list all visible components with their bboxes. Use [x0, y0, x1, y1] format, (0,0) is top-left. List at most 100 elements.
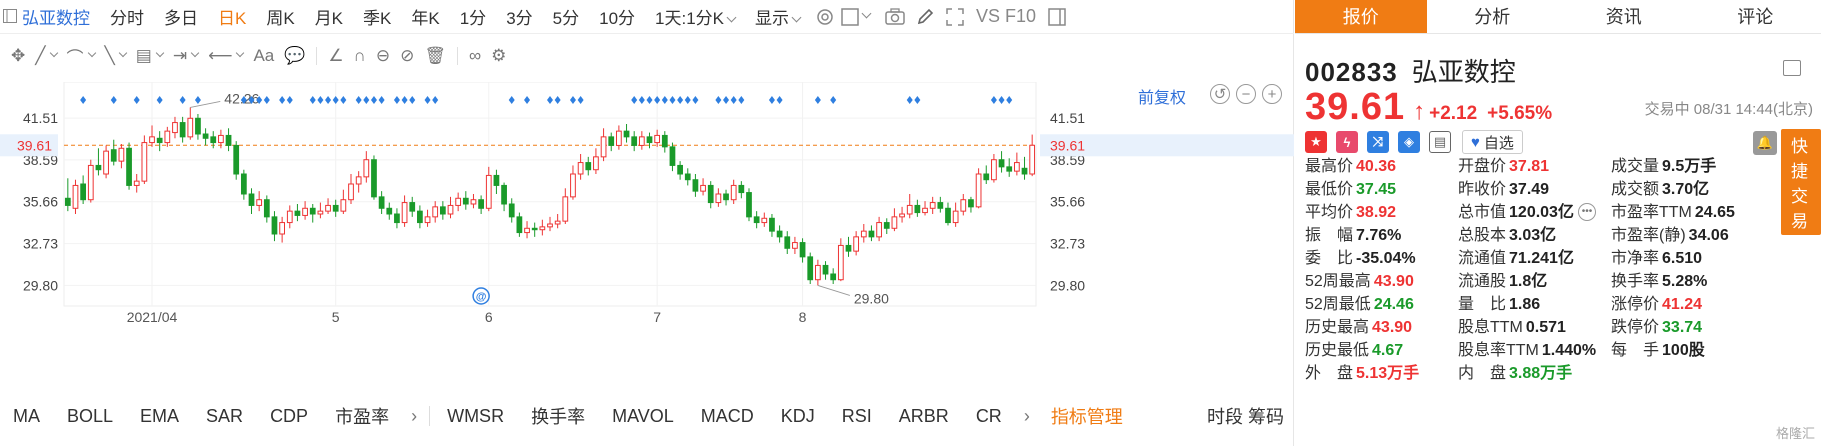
pencil-icon[interactable] [910, 2, 940, 32]
candle-body [424, 216, 431, 224]
indicator-kdj[interactable]: KDJ [768, 406, 829, 427]
side-panel-toggle-icon[interactable] [1042, 2, 1072, 32]
tab-news[interactable]: 资讯 [1558, 0, 1690, 33]
text-tool-icon[interactable]: Aa [248, 41, 279, 71]
more-icon[interactable]: ••• [1577, 203, 1596, 222]
quote-label: 52周最低 [1305, 295, 1371, 313]
comment-tool-icon[interactable]: 💬 [279, 41, 310, 71]
measure-tool-icon[interactable]: ⇥ [168, 41, 203, 71]
china-flag-icon[interactable]: ★ [1305, 131, 1327, 153]
eye-off-icon[interactable]: ⊘ [395, 41, 419, 71]
candle-body [386, 207, 393, 215]
indicator-rsi[interactable]: RSI [829, 406, 886, 427]
margin-trading-icon[interactable]: ϟ [1336, 131, 1358, 153]
tab-quote[interactable]: 报价 [1295, 0, 1427, 33]
quote-row: 外 盘 5.13万手内 盘 3.88万手 [1305, 359, 1821, 382]
tag-icon[interactable]: ◈ [1398, 131, 1420, 153]
candle-body [707, 184, 714, 204]
quote-label: 最低价 [1305, 180, 1354, 198]
link-icon[interactable]: ∞ [464, 41, 486, 71]
indicator-wmsr[interactable]: WMSR [434, 406, 518, 427]
quote-cell: 市盈率TTM 24.65 [1611, 198, 1811, 222]
quote-value: 40.36 [1356, 157, 1397, 175]
tab-comments[interactable]: 评论 [1690, 0, 1821, 33]
checkbox-icon[interactable] [840, 2, 872, 32]
angle-tool-icon[interactable]: ∠ [323, 41, 348, 71]
fib-tool-icon[interactable]: ▤ [131, 41, 168, 71]
period-tab[interactable]: 3分 [496, 4, 542, 29]
draw-settings-icon[interactable]: ⚙ [486, 41, 511, 71]
indicator-市盈率[interactable]: 市盈率 [322, 403, 403, 429]
candle-body [248, 193, 255, 206]
stock-code: 002833 [1305, 57, 1398, 87]
candle-body [570, 173, 576, 198]
period-tab[interactable]: 多日 [154, 4, 208, 29]
indicator-macd[interactable]: MACD [688, 406, 768, 427]
custom-period-dropdown[interactable]: 1天:1分K [645, 4, 745, 29]
arrow-tool-icon[interactable]: ⟵ [203, 41, 248, 71]
channel-tool-icon[interactable]: ⌒ [62, 41, 100, 71]
indicator-boll[interactable]: BOLL [54, 406, 127, 427]
candle-body [233, 144, 240, 175]
camera-icon[interactable] [880, 2, 910, 32]
quote-value: 100股 [1662, 341, 1705, 359]
hide-drawings-icon[interactable]: ⊖ [371, 41, 395, 71]
candle-body [684, 173, 691, 181]
indicator-cdp[interactable]: CDP [257, 406, 322, 427]
panel-menu-icon[interactable] [1783, 60, 1801, 76]
tool-glyph: ⊘ [400, 46, 415, 65]
quote-value: 1.86 [1509, 295, 1541, 313]
vs-f10-button[interactable]: VS F10 [970, 6, 1042, 27]
period-tab[interactable]: 5分 [543, 4, 589, 29]
period-tab[interactable]: 10分 [589, 4, 645, 29]
candle-body [317, 210, 324, 215]
candle-body [485, 174, 492, 209]
chevron-right-icon[interactable]: › [403, 406, 425, 427]
chevron-right-icon[interactable]: › [1016, 406, 1038, 427]
notes-icon[interactable]: ▤ [1429, 131, 1451, 153]
candle-body [845, 244, 852, 252]
trash-icon[interactable]: 🗑 [419, 41, 451, 71]
quote-label: 量 比 [1458, 295, 1507, 313]
period-chip-toggle[interactable]: 时段 筹码 [1207, 403, 1284, 429]
indicator-manage-button[interactable]: 指标管理 [1038, 403, 1137, 429]
shuffle-icon[interactable]: ⤨ [1367, 131, 1389, 153]
candle-body [141, 142, 148, 182]
indicator-ma[interactable]: MA [0, 406, 54, 427]
indicator-sar[interactable]: SAR [193, 406, 257, 427]
candle-body [792, 242, 798, 249]
display-dropdown[interactable]: 显示 [745, 4, 810, 29]
period-tab[interactable]: 分时 [100, 4, 154, 29]
wave-tool-icon[interactable]: ╲ [100, 41, 131, 71]
fullscreen-icon[interactable] [940, 2, 970, 32]
indicator-换手率[interactable]: 换手率 [518, 403, 599, 429]
period-tab[interactable]: 周K [256, 4, 304, 29]
period-tab[interactable]: 年K [401, 4, 449, 29]
candle-body [776, 230, 783, 238]
period-tab[interactable]: 月K [305, 4, 353, 29]
indicator-arbr[interactable]: ARBR [886, 406, 963, 427]
candle-body [593, 156, 599, 171]
magnet-icon[interactable]: ∩ [349, 41, 371, 71]
quote-label: 跌停价 [1611, 318, 1660, 336]
add-watchlist-button[interactable]: ♥ 自选 [1462, 130, 1523, 154]
tab-analysis[interactable]: 分析 [1427, 0, 1559, 33]
menu-icon[interactable] [3, 9, 17, 23]
candle-body [417, 210, 423, 224]
candle-body [256, 199, 263, 206]
quote-label: 最高价 [1305, 157, 1354, 175]
indicator-cr[interactable]: CR [963, 406, 1016, 427]
candle-body [715, 193, 722, 204]
period-tab[interactable]: 季K [353, 4, 401, 29]
kline-chart[interactable]: 2021/04 5 6 7 8 29.80 29.80 32.73 32.73 35.66 35.6… [0, 81, 1294, 382]
period-tab[interactable]: 1分 [450, 4, 496, 29]
indicator-ema[interactable]: EMA [127, 406, 193, 427]
crosshair-icon[interactable]: ✥ [6, 41, 30, 71]
settings-icon[interactable] [810, 2, 840, 32]
quote-value: 5.28% [1662, 272, 1708, 290]
line-tool-icon[interactable]: ╱ [30, 41, 61, 71]
candle-body [616, 130, 622, 146]
candle-body [700, 184, 706, 192]
period-tab[interactable]: 日K [208, 4, 256, 29]
indicator-mavol[interactable]: MAVOL [599, 406, 688, 427]
